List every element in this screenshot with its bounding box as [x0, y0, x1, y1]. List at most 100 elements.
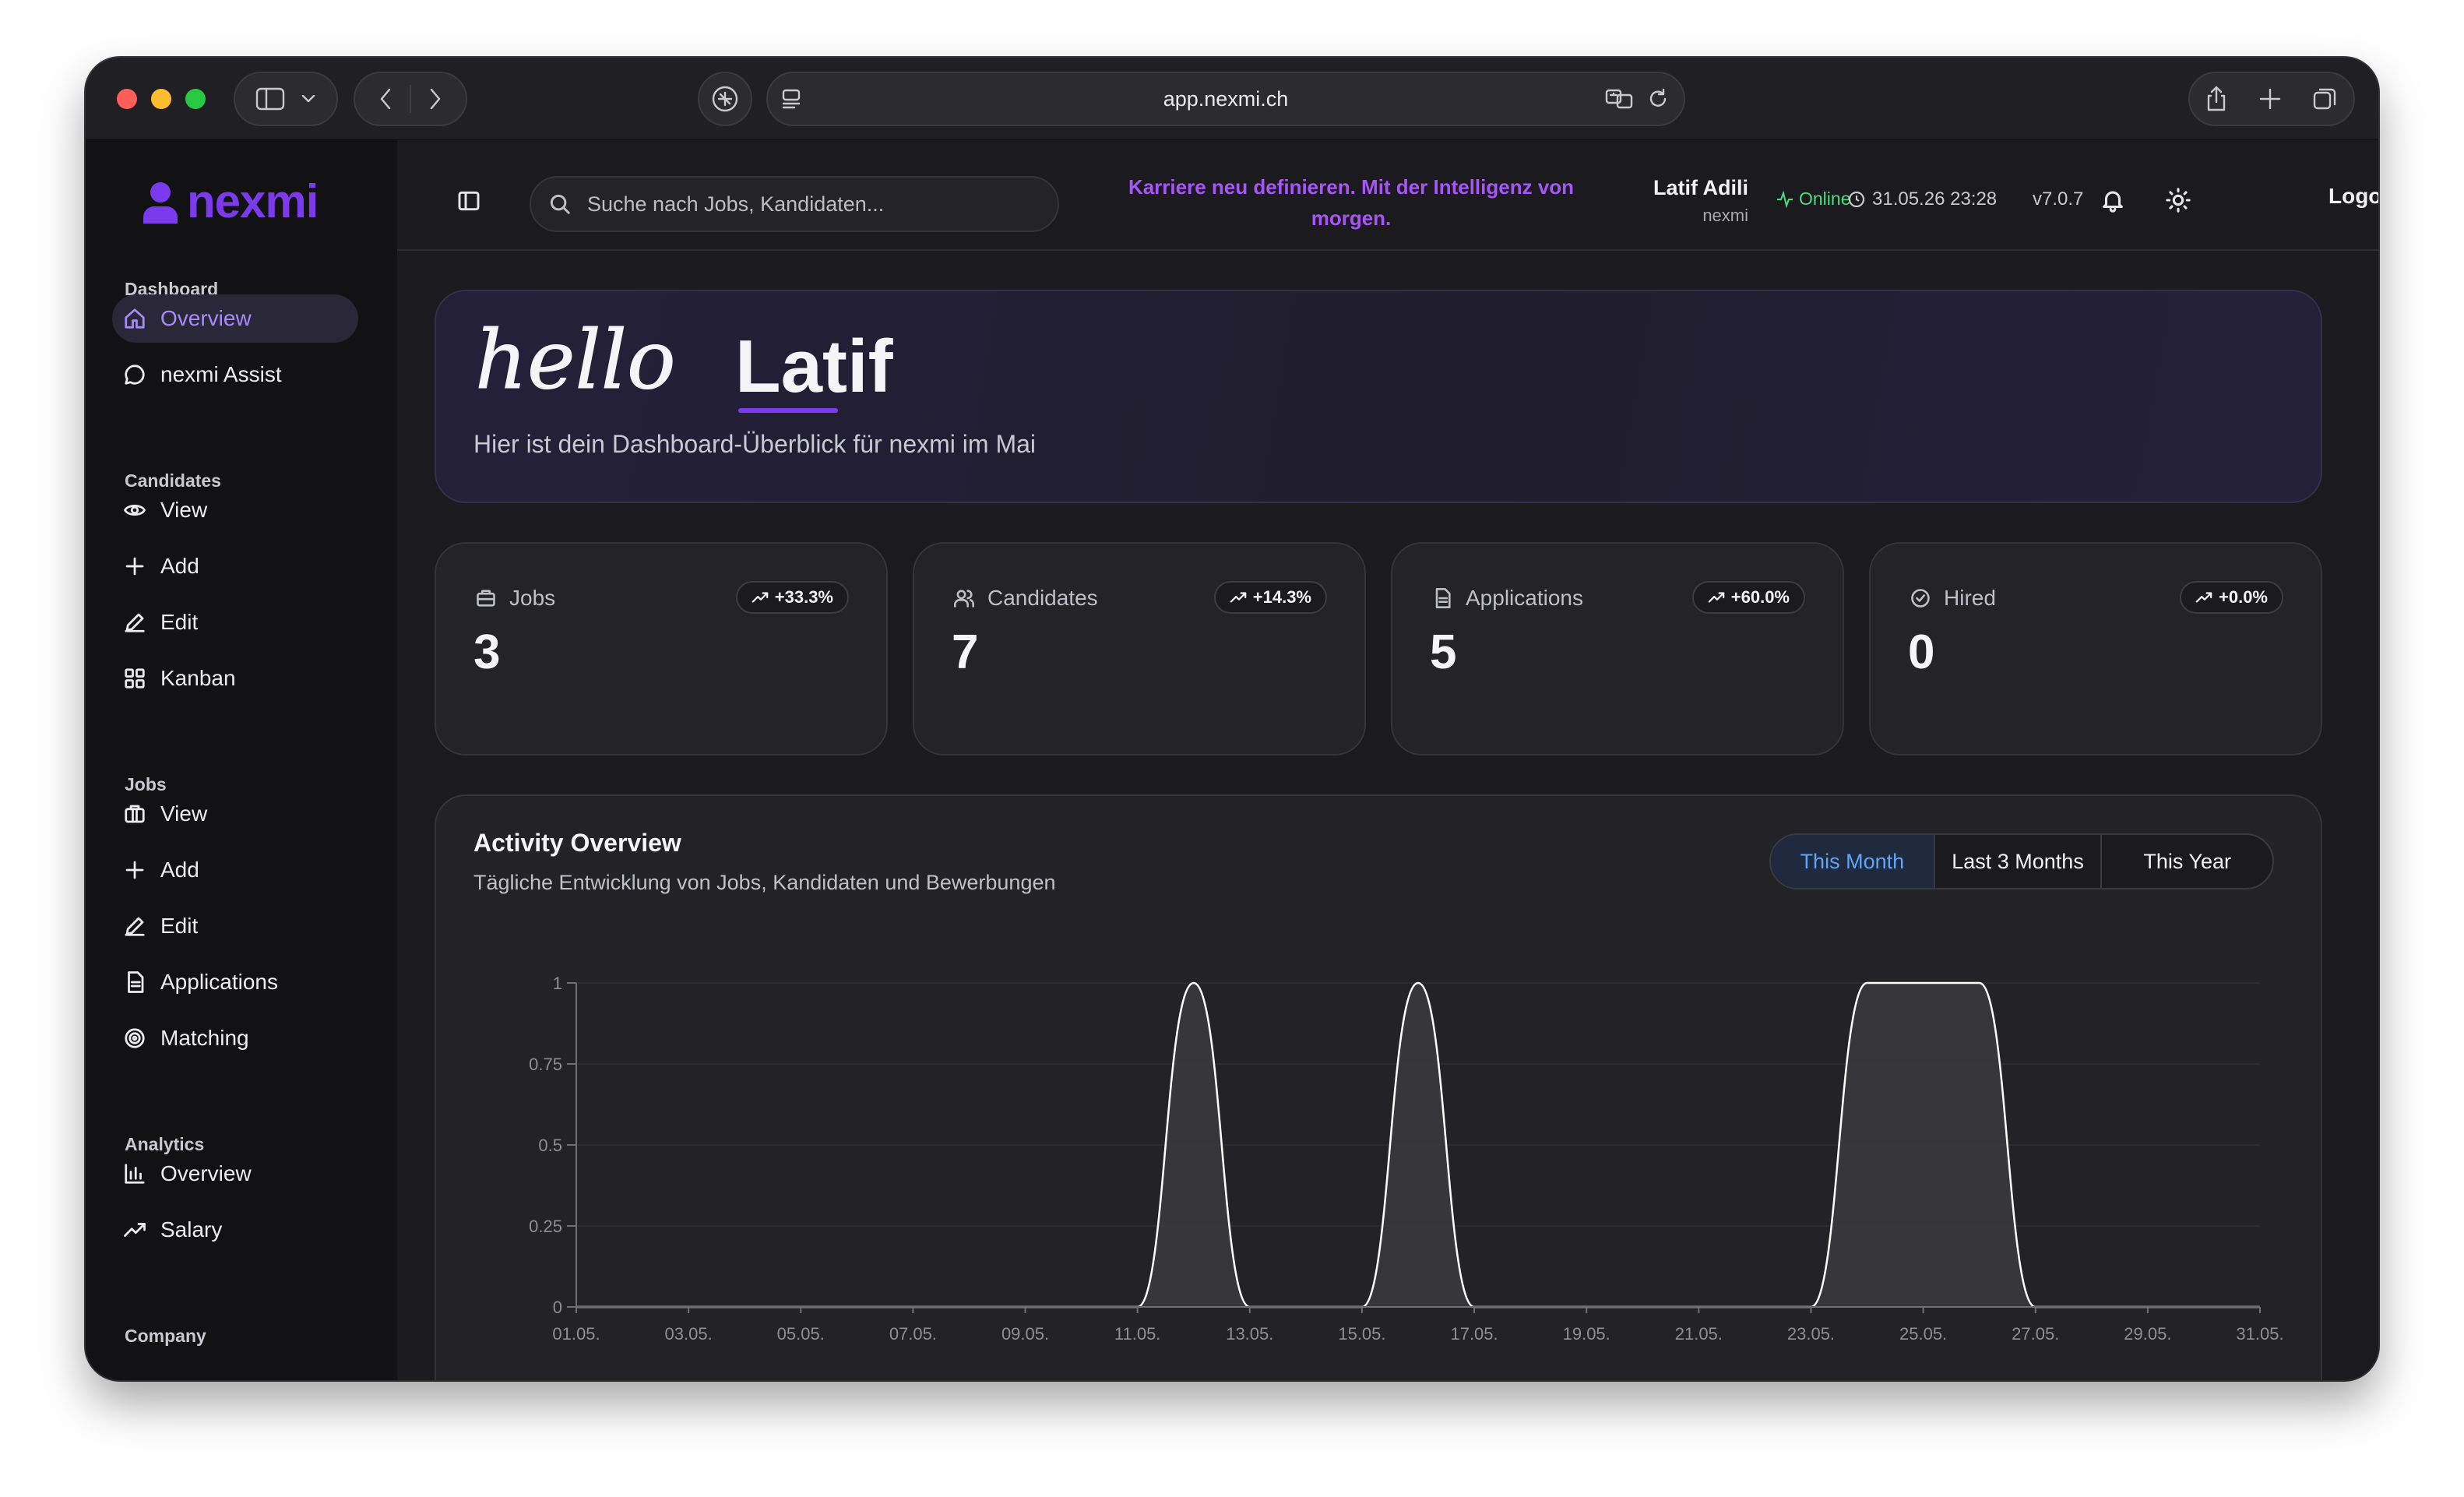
window-close-button[interactable] [117, 89, 137, 109]
kanban-grid-icon [125, 668, 145, 689]
notifications-button[interactable] [2100, 187, 2126, 217]
translate-icon[interactable] [1604, 87, 1635, 111]
browser-sidebar-icon [255, 87, 285, 111]
share-icon[interactable] [2205, 85, 2228, 113]
sidebar-item-jobs-view[interactable]: View [112, 790, 358, 838]
change-badge: +0.0% [2180, 581, 2283, 614]
sidebar-item-applications[interactable]: Applications [112, 958, 358, 1006]
trending-up-icon [752, 592, 769, 603]
datetime: 31.05.26 23:28 [1847, 188, 1997, 210]
pen-icon [125, 917, 145, 936]
x-tick-label: 11.05. [1114, 1324, 1161, 1344]
nexmi-logo[interactable]: nexmi [140, 174, 319, 228]
sidebar-item-candidates-edit[interactable]: Edit [112, 598, 358, 646]
sidebar-toggle-button[interactable] [234, 72, 338, 126]
window-maximize-button[interactable] [185, 89, 206, 109]
logout-button[interactable]: Logout [2328, 184, 2378, 209]
sidebar-item-jobs-edit[interactable]: Edit [112, 902, 358, 950]
x-tick-label: 15.05. [1338, 1324, 1385, 1344]
change-text: +14.3% [1252, 587, 1311, 607]
sidebar-item-candidates-add[interactable]: Add [112, 542, 358, 590]
datetime-text: 31.05.26 23:28 [1872, 188, 1998, 210]
stat-value: 7 [952, 625, 979, 679]
stat-card-applications[interactable]: Applications 5 +60.0% [1391, 542, 1844, 756]
stat-label: Jobs [475, 586, 555, 611]
history-nav [354, 72, 467, 126]
forward-arrow-icon[interactable] [428, 87, 442, 111]
stat-card-candidates[interactable]: Candidates 7 +14.3% [913, 542, 1366, 756]
sidebar-item-label: Matching [160, 1026, 249, 1050]
x-tick-label: 09.05. [1001, 1324, 1049, 1344]
sidebar-item-jobs-add[interactable]: Add [112, 846, 358, 894]
browser-window: app.nexmi.ch nexmi Dashboard Overview ne… [86, 58, 2378, 1380]
user-name[interactable]: Latif Adili [1632, 176, 1748, 200]
hello-greeting: hello [475, 319, 676, 407]
x-tick-label: 05.05. [777, 1324, 825, 1344]
theme-toggle-button[interactable] [2165, 187, 2191, 217]
stat-label: Hired [1910, 586, 1996, 611]
sidebar-item-label: View [160, 801, 208, 826]
activity-overview-card: Activity Overview Tägliche Entwicklung v… [435, 794, 2322, 1380]
x-tick-label: 23.05. [1787, 1324, 1835, 1344]
sidebar-item-analytics-overview[interactable]: Overview [112, 1150, 358, 1198]
collapse-sidebar-button[interactable] [456, 188, 481, 217]
user-org: nexmi [1702, 206, 1748, 225]
back-arrow-icon[interactable] [378, 87, 392, 111]
name-underline [738, 408, 838, 413]
search-box [530, 176, 1059, 232]
sidebar-item-candidates-view[interactable]: View [112, 486, 358, 534]
trending-up-icon [1708, 592, 1725, 603]
document-icon [1435, 588, 1451, 608]
sidebar-item-label: Edit [160, 914, 199, 938]
clock-icon [1848, 191, 1865, 208]
x-tick-label: 13.05. [1226, 1324, 1273, 1344]
y-tick-label: 0 [553, 1298, 562, 1317]
sidebar-item-label: Overview [160, 1161, 252, 1185]
sidebar-item-label: Overview [160, 306, 252, 330]
welcome-subtitle: Hier ist dein Dashboard-Überblick für ne… [473, 430, 1037, 458]
brand-name: nexmi [187, 175, 319, 227]
window-minimize-button[interactable] [151, 89, 171, 109]
y-tick-label: 0.75 [529, 1055, 562, 1074]
user-logo-icon [143, 181, 178, 224]
document-icon [128, 971, 144, 993]
search-input[interactable] [587, 192, 1023, 217]
bar-chart-icon [125, 1164, 145, 1184]
pen-icon [125, 613, 145, 632]
app-topbar: Karriere neu definieren. Mit der Intelli… [397, 140, 2378, 251]
target-icon [125, 1028, 145, 1048]
reload-icon[interactable] [1646, 87, 1670, 111]
stat-label-text: Jobs [509, 586, 556, 610]
change-badge: +33.3% [735, 581, 849, 614]
sidebar-item-overview[interactable]: Overview [112, 294, 358, 343]
chat-bubble-icon [125, 365, 145, 385]
x-tick-label: 21.05. [1675, 1324, 1723, 1344]
sidebar-item-salary[interactable]: Salary [112, 1206, 358, 1254]
x-tick-label: 19.05. [1563, 1324, 1610, 1344]
check-circle-icon [1911, 589, 1930, 608]
sidebar-item-label: Edit [160, 610, 199, 634]
sidebar-item-label: Salary [160, 1217, 223, 1242]
x-tick-label: 25.05. [1899, 1324, 1947, 1344]
new-tab-icon[interactable] [2258, 87, 2282, 111]
tab-overview-icon[interactable] [2312, 86, 2339, 112]
status-text: Online [1799, 188, 1851, 209]
address-bar[interactable]: app.nexmi.ch [766, 72, 1685, 126]
stat-value: 5 [1430, 625, 1457, 679]
sidebar-item-kanban[interactable]: Kanban [112, 654, 358, 703]
x-tick-label: 27.05. [2012, 1324, 2059, 1344]
stat-label-text: Candidates [987, 586, 1098, 610]
stat-card-hired[interactable]: Hired 0 +0.0% [1869, 542, 2322, 756]
hello-name: Latif [735, 325, 893, 408]
x-tick-label: 31.05. [2236, 1324, 2283, 1344]
status-indicator: Online [1776, 188, 1850, 210]
stat-card-jobs[interactable]: Jobs 3 +33.3% [435, 542, 888, 756]
change-text: +33.3% [774, 587, 833, 607]
panel-left-icon [458, 191, 480, 211]
sidebar-item-label: Kanban [160, 666, 236, 690]
sidebar-item-nexmi-assist[interactable]: nexmi Assist [112, 350, 358, 399]
section-company: Company [125, 1326, 206, 1346]
trending-up-icon [2195, 592, 2212, 603]
sidebar-item-matching[interactable]: Matching [112, 1014, 358, 1062]
site-settings-button[interactable] [698, 72, 752, 126]
